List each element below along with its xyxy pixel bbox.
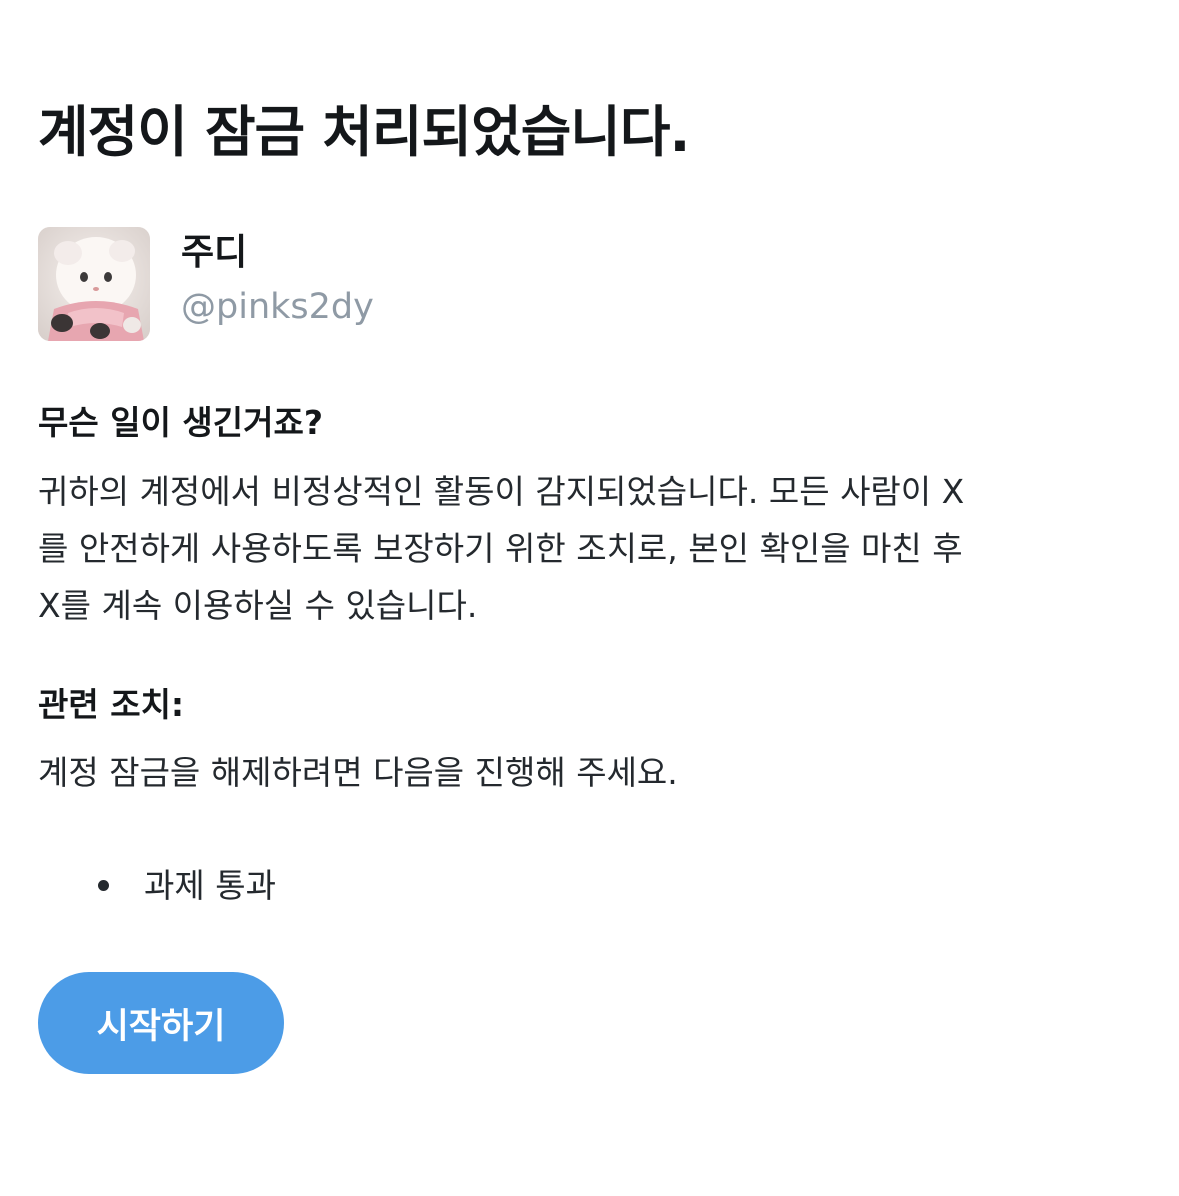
what-happened-description: 귀하의 계정에서 비정상적인 활동이 감지되었습니다. 모든 사람이 X 를 안… <box>38 463 1143 634</box>
actions-description: 계정 잠금을 해제하려면 다음을 진행해 주세요. <box>38 753 678 792</box>
action-list: 과제 통과 <box>98 858 276 914</box>
profile-photo-icon <box>38 227 150 341</box>
what-happened-heading: 무슨 일이 생긴거죠? <box>38 403 324 442</box>
start-button[interactable]: 시작하기 <box>38 972 284 1074</box>
display-name: 주디 <box>181 232 248 273</box>
page-title: 계정이 잠금 처리되었습니다. <box>38 100 690 164</box>
description-line: X를 계속 이용하실 수 있습니다. <box>38 586 478 625</box>
description-line: 귀하의 계정에서 비정상적인 활동이 감지되었습니다. 모든 사람이 X <box>38 472 965 511</box>
avatar <box>38 227 150 341</box>
list-item-label: 과제 통과 <box>144 866 276 905</box>
bullet-icon <box>98 880 109 891</box>
list-item: 과제 통과 <box>98 858 276 914</box>
user-handle: @pinks2dy <box>181 287 374 327</box>
actions-heading: 관련 조치: <box>38 685 185 724</box>
description-line: 를 안전하게 사용하도록 보장하기 위한 조치로, 본인 확인을 마친 후 <box>38 529 963 568</box>
account-profile: 주디 @pinks2dy <box>38 227 638 343</box>
